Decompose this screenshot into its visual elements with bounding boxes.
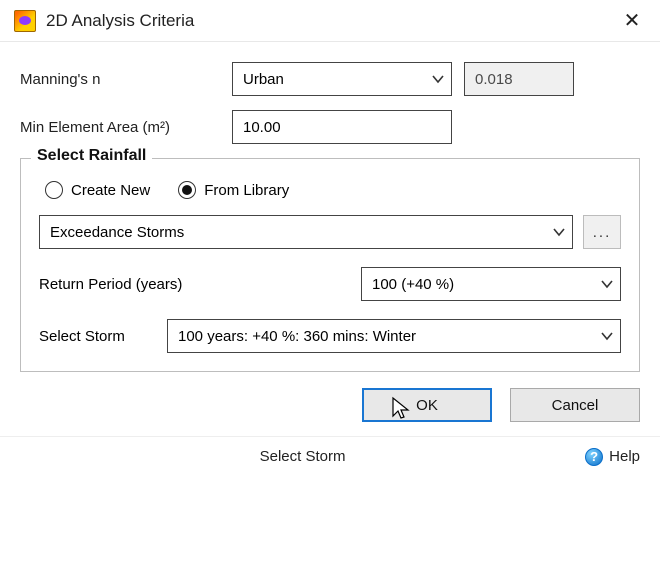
content-area: Manning's n Urban 0.018 Min Element Area…: [0, 42, 660, 372]
mannings-n-dropdown[interactable]: Urban: [232, 62, 452, 96]
mannings-n-value: 0.018: [464, 62, 574, 96]
ellipsis-icon: ...: [593, 224, 612, 241]
app-icon: [14, 10, 36, 32]
close-button[interactable]: ✕: [616, 8, 648, 33]
help-icon: ?: [585, 448, 603, 466]
radio-button-icon: [45, 181, 63, 199]
select-storm-label: Select Storm: [39, 328, 155, 345]
mannings-n-value-text: 0.018: [475, 71, 513, 88]
chevron-down-icon: [552, 225, 566, 239]
radio-button-selected-icon: [178, 181, 196, 199]
dialog-2d-analysis-criteria: 2D Analysis Criteria ✕ Manning's n Urban…: [0, 0, 660, 574]
return-period-selected: 100 (+40 %): [372, 276, 454, 293]
select-rainfall-legend: Select Rainfall: [31, 147, 152, 165]
select-storm-selected: 100 years: +40 %: 360 mins: Winter: [178, 328, 416, 345]
return-period-dropdown[interactable]: 100 (+40 %): [361, 267, 621, 301]
return-period-row: Return Period (years) 100 (+40 %): [39, 267, 621, 301]
mannings-n-row: Manning's n Urban 0.018: [20, 62, 640, 96]
mannings-n-label: Manning's n: [20, 71, 220, 88]
button-row: OK Cancel: [0, 372, 660, 422]
ok-button[interactable]: OK: [362, 388, 492, 422]
min-element-area-label: Min Element Area (m²): [20, 119, 220, 136]
radio-create-new[interactable]: Create New: [45, 181, 150, 199]
ok-button-label: OK: [416, 397, 438, 414]
library-selected: Exceedance Storms: [50, 224, 184, 241]
library-dropdown[interactable]: Exceedance Storms: [39, 215, 573, 249]
min-element-area-value: 10.00: [243, 119, 281, 136]
select-rainfall-group: Select Rainfall Create New From Library …: [20, 158, 640, 372]
select-storm-dropdown[interactable]: 100 years: +40 %: 360 mins: Winter: [167, 319, 621, 353]
library-browse-button[interactable]: ...: [583, 215, 621, 249]
chevron-down-icon: [431, 72, 445, 86]
titlebar: 2D Analysis Criteria ✕: [0, 0, 660, 42]
select-storm-row: Select Storm 100 years: +40 %: 360 mins:…: [39, 319, 621, 353]
min-element-area-row: Min Element Area (m²) 10.00: [20, 110, 640, 144]
chevron-down-icon: [600, 277, 614, 291]
radio-from-library[interactable]: From Library: [178, 181, 289, 199]
radio-create-new-label: Create New: [71, 182, 150, 199]
cancel-button-label: Cancel: [552, 397, 599, 414]
status-text: Select Storm: [20, 448, 585, 465]
return-period-label: Return Period (years): [39, 276, 361, 293]
chevron-down-icon: [600, 329, 614, 343]
mannings-n-selected: Urban: [243, 71, 284, 88]
statusbar: Select Storm ? Help: [0, 436, 660, 476]
radio-from-library-label: From Library: [204, 182, 289, 199]
min-element-area-input[interactable]: 10.00: [232, 110, 452, 144]
help-link[interactable]: ? Help: [585, 448, 640, 466]
rainfall-radio-row: Create New From Library: [45, 181, 621, 199]
library-row: Exceedance Storms ...: [39, 215, 621, 249]
cancel-button[interactable]: Cancel: [510, 388, 640, 422]
window-title: 2D Analysis Criteria: [46, 11, 616, 31]
help-label: Help: [609, 448, 640, 465]
